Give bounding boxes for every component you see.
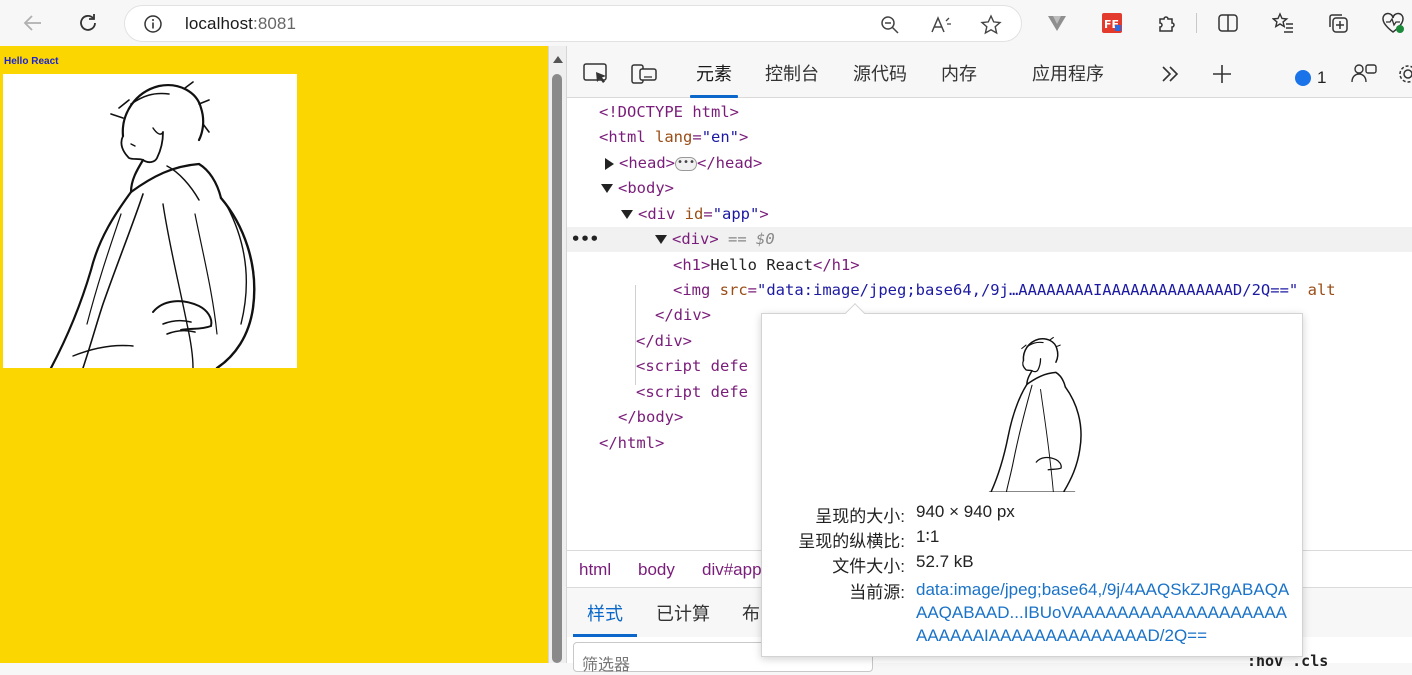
dom-line-doctype[interactable]: <!DOCTYPE html> [567, 100, 1412, 125]
rendered-size-label: 呈现的大小: [815, 507, 905, 526]
script-tag-2: <script defe [636, 383, 748, 401]
tab-elements[interactable]: 元素 [690, 60, 738, 98]
favorites-icon[interactable] [1268, 8, 1298, 38]
img-alt-attr: alt [1307, 281, 1336, 299]
div-app-value: "app" [712, 205, 760, 223]
doctype-node: <!DOCTYPE html> [599, 103, 739, 121]
back-icon[interactable] [18, 8, 48, 38]
tab-layout[interactable]: 布 [742, 600, 760, 626]
file-size-value: 52.7 kB [916, 552, 974, 571]
h1-close-tag: </h1> [812, 256, 860, 274]
collapse-triangle-icon[interactable] [621, 210, 633, 219]
scroll-up-arrow-icon[interactable] [553, 56, 563, 63]
extensions-puzzle-icon[interactable] [1152, 8, 1182, 38]
row-actions-dots-icon[interactable]: ••• [571, 230, 599, 248]
tab-console[interactable]: 控制台 [765, 60, 819, 98]
aspect-ratio-label: 呈现的纵横比: [798, 532, 905, 551]
address-bar[interactable]: localhost:8081 [124, 5, 1022, 42]
head-open-tag: <head> [619, 154, 675, 172]
h1-open-tag: <h1> [673, 256, 711, 274]
url-text: localhost:8081 [185, 14, 296, 34]
split-screen-icon[interactable] [1213, 8, 1243, 38]
dom-line-div-selected[interactable]: ••• <div> == $0 [567, 227, 1412, 252]
file-size-label: 文件大小: [832, 557, 905, 576]
toolbar-separator [1196, 13, 1197, 33]
image-preview-thumbnail [972, 334, 1098, 493]
expand-triangle-icon[interactable] [605, 157, 614, 170]
browser-toolbar: localhost:8081 FE [0, 0, 1412, 46]
dom-line-html[interactable]: <html lang="en"> [567, 125, 1412, 150]
div-app-attr: id [684, 205, 704, 223]
zoom-icon[interactable] [877, 12, 903, 38]
breadcrumb-html[interactable]: html [579, 560, 611, 580]
aspect-ratio-value: 1∶1 [916, 527, 940, 546]
page-viewport: Hello React [0, 46, 548, 663]
extension-fe-icon[interactable]: FE [1097, 8, 1127, 38]
scrollbar-thumb[interactable] [552, 74, 562, 663]
site-info-icon[interactable] [143, 14, 163, 39]
dom-line-img[interactable]: <img src="data:image/jpeg;base64,/9j…AAA… [567, 278, 1412, 303]
collapsed-ellipsis-icon[interactable]: ••• [675, 156, 697, 171]
rendered-size-value: 940 × 940 px [916, 502, 1015, 521]
body-open-tag: <body> [618, 179, 674, 197]
page-scrollbar[interactable] [548, 46, 566, 663]
more-tabs-chevron-icon[interactable] [1155, 60, 1185, 88]
img-src-value[interactable]: "data:image/jpeg;base64,/9j…AAAAAAAAIAAA… [757, 281, 1298, 299]
dom-line-body[interactable]: <body> [567, 176, 1412, 201]
head-close-tag: </head> [697, 154, 763, 172]
image-preview-tooltip: 呈现的大小: 940 × 940 px 呈现的纵横比: 1∶1 文件大小: 52… [761, 303, 1303, 657]
dom-line-h1[interactable]: <h1>Hello React</h1> [567, 253, 1412, 278]
h1-text-node: Hello React [710, 256, 813, 274]
current-source-link[interactable]: data:image/jpeg;base64,/9j/4AAQSkZJRgABA… [916, 578, 1298, 647]
breadcrumb-div-app[interactable]: div#app [702, 560, 762, 580]
collapse-triangle-icon[interactable] [601, 184, 613, 193]
div-app-tag: <div [638, 205, 676, 223]
add-tab-plus-icon[interactable] [1207, 60, 1237, 88]
tab-sources[interactable]: 源代码 [853, 60, 907, 98]
tab-application[interactable]: 应用程序 [1032, 60, 1104, 98]
html-close-tag: </html> [599, 434, 665, 452]
sketch-image [3, 74, 297, 370]
selected-node-marker: == $0 [728, 230, 775, 248]
browser-essentials-icon[interactable] [1378, 8, 1408, 38]
inspect-element-icon[interactable] [581, 60, 611, 88]
script-tag-1: <script defe [636, 357, 748, 375]
filter-placeholder: 筛选器 [582, 657, 631, 674]
favorite-star-icon[interactable] [978, 12, 1004, 38]
html-lang-attr: lang [655, 128, 693, 146]
html-tag: <html [599, 128, 646, 146]
div-open-tag: <div> [672, 230, 719, 248]
dom-line-head[interactable]: <head> ••• </head> [567, 151, 1412, 176]
url-port: :8081 [253, 14, 297, 33]
extension-v-icon[interactable] [1042, 8, 1072, 38]
body-close-tag: </body> [618, 408, 684, 426]
read-aloud-icon[interactable] [928, 12, 954, 38]
feedback-icon[interactable] [1349, 60, 1379, 88]
breadcrumb-body[interactable]: body [638, 560, 675, 580]
reload-icon[interactable] [73, 8, 103, 38]
img-tag: <img [673, 281, 711, 299]
current-source-label: 当前源: [849, 583, 905, 602]
div-close-tag: </div> [655, 306, 711, 324]
tab-memory[interactable]: 内存 [941, 60, 977, 98]
img-src-attr: src [719, 281, 748, 299]
issues-counter[interactable]: 1 [1295, 68, 1326, 88]
div-app-close-tag: </div> [636, 332, 692, 350]
html-lang-value: "en" [701, 128, 740, 146]
issues-count: 1 [1317, 68, 1327, 87]
collapse-triangle-icon[interactable] [655, 235, 667, 244]
devtools-tab-bar: 元素 控制台 源代码 内存 应用程序 1 [567, 46, 1412, 98]
tab-computed[interactable]: 已计算 [656, 600, 710, 626]
collections-icon[interactable] [1323, 8, 1353, 38]
tab-styles[interactable]: 样式 [573, 600, 637, 637]
url-host: localhost [185, 14, 253, 33]
settings-gear-icon[interactable] [1393, 60, 1412, 88]
device-emulation-icon[interactable] [629, 60, 659, 88]
dom-line-div-app[interactable]: <div id="app"> [567, 202, 1412, 227]
page-heading: Hello React [4, 56, 59, 67]
issues-bubble-icon [1295, 70, 1311, 86]
